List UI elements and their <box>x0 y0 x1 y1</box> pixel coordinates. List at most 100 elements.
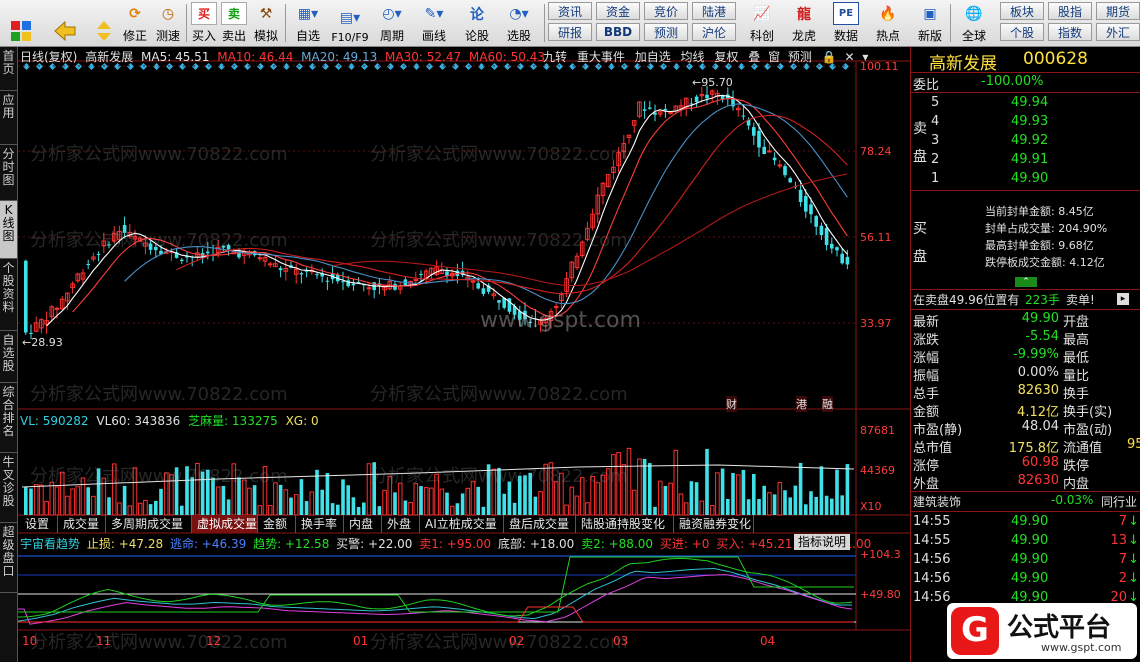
quote-row: 总市值 175.8亿 流通值 <box>911 437 1140 456</box>
kline-chart-area[interactable] <box>18 47 910 662</box>
new-version-button[interactable]: ▣ 新版 <box>912 2 948 44</box>
escape-value: 逃命: +46.39 <box>169 537 247 551</box>
hotspot-button[interactable]: 🔥 热点 <box>870 2 906 44</box>
event-marker-hk[interactable]: 港 <box>796 396 807 412</box>
tab-kline[interactable]: K线图 <box>0 201 17 259</box>
sell-level-row[interactable]: 2 49.91 <box>911 152 1140 170</box>
indicator-tab[interactable]: 内盘 <box>344 515 382 533</box>
shanghai-london-button[interactable]: 沪伦 <box>692 23 736 41</box>
star-market-button[interactable]: 📈 科创 <box>744 2 780 44</box>
tab-super-book[interactable]: 超级盘口 <box>0 523 17 593</box>
global-button[interactable]: 🌐 全球 <box>954 2 994 44</box>
indicator-tab[interactable]: 成交量 <box>58 515 106 533</box>
indicator-tab[interactable]: 多周期成交量 <box>106 515 192 533</box>
indicator-tab[interactable]: 陆股通持股变化 <box>576 515 674 533</box>
tool-window[interactable]: 窗 <box>768 50 780 64</box>
queue-more-button[interactable]: ▸ <box>1117 293 1129 305</box>
volume-bar <box>804 504 808 515</box>
f10-button[interactable]: ▤▾ F10/F9 <box>330 2 370 44</box>
tab-apps[interactable]: 应用 <box>0 91 17 145</box>
indicator-name[interactable]: 宇宙看趋势 <box>20 537 80 551</box>
sector-button[interactable]: 板块 <box>1000 2 1044 20</box>
stop-loss-value: 止损: +47.28 <box>86 537 164 551</box>
discuss-button[interactable]: 论 论股 <box>462 2 492 44</box>
indicator-tab[interactable]: 换手率 <box>296 515 344 533</box>
event-marker-margin[interactable]: 融 <box>822 396 833 412</box>
indicator-help-button[interactable]: 指标说明 <box>794 534 851 550</box>
hk-connect-button[interactable]: 陆港 <box>692 2 736 20</box>
sell-price: 49.93 <box>1011 114 1049 129</box>
indicator-tab[interactable]: 盘后成交量 <box>504 515 576 533</box>
sell-level-row[interactable]: 1 49.90 <box>911 171 1140 189</box>
tab-stock-info[interactable]: 个股资料 <box>0 259 17 331</box>
watchlist-button[interactable]: ▦▾ 自选 <box>290 2 326 44</box>
sell-level-row[interactable]: 3 49.92 <box>911 133 1140 151</box>
indicator-tab[interactable]: AI立桩成交量 <box>420 515 504 533</box>
forex-button[interactable]: 外汇 <box>1096 23 1140 41</box>
period-button[interactable]: ◴▾ 周期 <box>374 2 410 44</box>
expand-chevron-icon[interactable]: ⌃ <box>1015 277 1037 287</box>
bbd-button[interactable]: BBD <box>596 23 640 41</box>
dragon-tiger-button[interactable]: 龍 龙虎 <box>784 2 824 44</box>
logo-url: www.gspt.com <box>1041 641 1122 654</box>
tab-intraday[interactable]: 分时图 <box>0 145 17 201</box>
tool-ma[interactable]: 均线 <box>681 50 705 64</box>
sell-level-row[interactable]: 5 49.94 <box>911 95 1140 113</box>
tool-forecast[interactable]: 预测 <box>788 50 812 64</box>
sell-icon: 卖 <box>221 2 247 25</box>
news-button[interactable]: 资讯 <box>548 2 592 20</box>
sell-level-row[interactable]: 4 49.93 <box>911 114 1140 132</box>
tool-nine-turn[interactable]: 九转 <box>543 50 567 64</box>
simulate-button[interactable]: ⚒ 模拟 <box>251 2 281 44</box>
indicator-tab[interactable]: 融资融券变化 <box>674 515 754 533</box>
index-button[interactable]: 指数 <box>1048 23 1092 41</box>
capital-button[interactable]: 资金 <box>596 2 640 20</box>
volume-bar <box>518 475 522 515</box>
sell-level: 2 <box>931 152 940 167</box>
tab-watchlist[interactable]: 自选股 <box>0 331 17 383</box>
tool-major-events[interactable]: 重大事件 <box>577 50 625 64</box>
nav-updown-button[interactable] <box>92 2 116 44</box>
tab-ranking[interactable]: 综合排名 <box>0 383 17 453</box>
sell-label: 卖出 <box>221 29 246 43</box>
industry-peer[interactable]: 同行业 <box>1101 493 1137 510</box>
close-icon[interactable]: ✕ <box>845 50 855 64</box>
month-label: 10 <box>22 634 38 648</box>
sell-level: 3 <box>931 133 940 148</box>
volume-bar <box>752 473 756 515</box>
indicator-tab[interactable]: 虚拟成交量 <box>192 515 258 533</box>
tab-diagnosis[interactable]: 牛叉诊股 <box>0 453 17 523</box>
fix-button[interactable]: ⟳ 修正 <box>120 2 150 44</box>
tool-overlay[interactable]: 叠 <box>748 50 760 64</box>
buy-button[interactable]: 买 买入 <box>190 2 218 44</box>
draw-button[interactable]: ✎▾ 画线 <box>416 2 452 44</box>
futures-button[interactable]: 期货 <box>1096 2 1140 20</box>
tool-adjust[interactable]: 复权 <box>714 50 738 64</box>
indicator-tab[interactable]: 外盘 <box>382 515 420 533</box>
back-button[interactable] <box>48 2 82 44</box>
screener-button[interactable]: ◔▾ 选股 <box>500 2 538 44</box>
data-button[interactable]: PE 数据 <box>828 2 864 44</box>
speedtest-button[interactable]: ◷ 测速 <box>154 2 182 44</box>
tool-add-watch[interactable]: 加自选 <box>635 50 671 64</box>
stocks-button[interactable]: 个股 <box>1000 23 1044 41</box>
gavel-icon: ⚒ <box>259 6 273 22</box>
quote-value: 49.90 <box>1021 311 1059 326</box>
event-marker-finance[interactable]: 财 <box>726 396 737 412</box>
research-button[interactable]: 研报 <box>548 23 592 41</box>
industry-name[interactable]: 建筑装饰 <box>913 493 961 510</box>
volume-bar <box>663 485 668 515</box>
industry-row[interactable]: 建筑装饰 -0.03% 同行业 <box>911 493 1140 511</box>
quote-label: 换手 <box>1063 387 1090 402</box>
bidding-button[interactable]: 竞价 <box>644 2 688 20</box>
tick-volume: 7 <box>1118 552 1127 567</box>
lock-icon[interactable]: 🔒 <box>822 50 837 64</box>
indicator-tab[interactable]: 设置 <box>20 515 58 533</box>
stock-index-button[interactable]: 股指 <box>1048 2 1092 20</box>
indicator-tab[interactable]: 金额 <box>258 515 296 533</box>
tab-home[interactable]: 首页 <box>0 47 17 91</box>
sell-button[interactable]: 卖 卖出 <box>220 2 248 44</box>
logo-button[interactable] <box>4 2 38 44</box>
period-title[interactable]: 日线(复权) <box>20 50 77 64</box>
forecast-button[interactable]: 预测 <box>644 23 688 41</box>
